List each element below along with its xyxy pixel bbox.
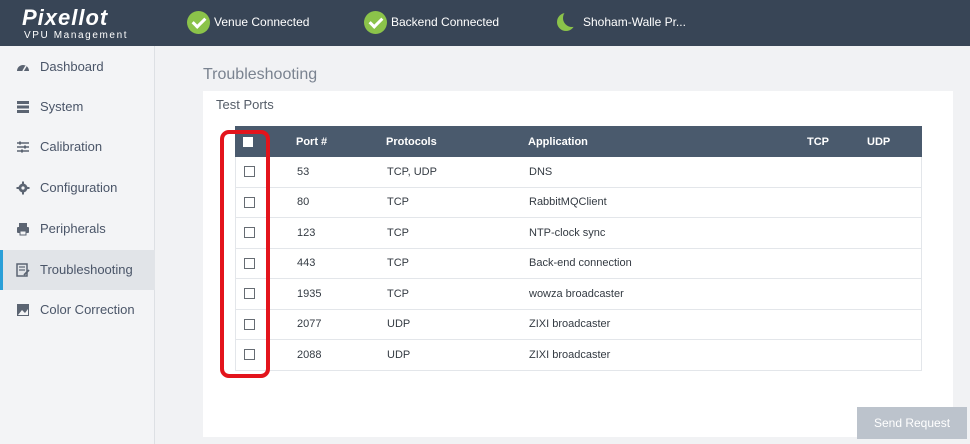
table-row: 1935 TCP wowza broadcaster (235, 279, 922, 310)
port-cell: 53 (297, 165, 310, 178)
protocols-cell: TCP (387, 226, 409, 239)
protocols-cell: UDP (387, 318, 411, 331)
table-row: 443 TCP Back-end connection (235, 248, 922, 279)
column-header-protocols: Protocols (386, 135, 437, 148)
table-row: 123 TCP NTP-clock sync (235, 218, 922, 249)
logo-name: Pixellot (22, 5, 109, 30)
sidebar-item-label: Troubleshooting (40, 262, 133, 277)
sidebar: Dashboard System Calibration Configurati… (0, 46, 155, 444)
application-cell: RabbitMQClient (529, 196, 607, 209)
sidebar-item-system[interactable]: System (0, 87, 155, 127)
sliders-icon (17, 141, 29, 153)
printer-icon (17, 223, 29, 236)
protocols-cell: TCP (387, 287, 409, 300)
moon-icon (555, 11, 577, 33)
sidebar-item-troubleshooting[interactable]: Troubleshooting (0, 250, 155, 290)
logo: Pixellot VPU Management (22, 6, 134, 42)
main-content: Troubleshooting Test Ports Port # Protoc… (156, 46, 970, 444)
status-venue-label: Venue Connected (214, 15, 310, 29)
checkbox-column-highlight (220, 130, 270, 378)
protocols-cell: TCP, UDP (387, 165, 437, 178)
table-row: 2088 UDP ZIXI broadcaster (235, 340, 922, 371)
table-row: 53 TCP, UDP DNS (235, 157, 922, 188)
column-header-port: Port # (296, 135, 328, 148)
check-circle-icon (364, 10, 387, 34)
sidebar-item-label: Configuration (40, 180, 118, 195)
protocols-cell: TCP (387, 196, 409, 209)
protocols-cell: TCP (387, 257, 409, 270)
gear-icon (16, 181, 30, 195)
table-row: 80 TCP RabbitMQClient (235, 187, 922, 218)
sidebar-item-dashboard[interactable]: Dashboard (0, 47, 155, 87)
server-icon (17, 101, 29, 113)
status-backend-label: Backend Connected (391, 15, 500, 29)
sidebar-item-label: Peripherals (40, 221, 106, 236)
sidebar-item-label: Dashboard (40, 59, 104, 74)
card-title: Test Ports (216, 97, 274, 112)
table-row: 2077 UDP ZIXI broadcaster (235, 309, 922, 340)
check-circle-icon (187, 10, 210, 34)
port-cell: 2077 (297, 318, 322, 331)
test-ports-card: Test Ports Port # Protocols Application … (203, 91, 953, 437)
port-cell: 2088 (297, 348, 322, 361)
venue-name: Shoham-Walle Pr... (583, 15, 686, 29)
venue-selector[interactable]: Shoham-Walle Pr... (555, 10, 686, 34)
column-header-tcp: TCP (807, 135, 829, 148)
ports-table: Port # Protocols Application TCP UDP 53 … (235, 126, 922, 371)
application-cell: ZIXI broadcaster (529, 348, 611, 361)
send-request-button[interactable]: Send Request (857, 407, 967, 439)
application-cell: ZIXI broadcaster (529, 318, 611, 331)
sidebar-item-label: System (40, 99, 84, 114)
document-edit-icon (16, 263, 30, 277)
top-bar: Pixellot VPU Management Venue Connected … (0, 0, 970, 46)
column-header-application: Application (528, 135, 588, 148)
application-cell: wowza broadcaster (529, 287, 624, 300)
dashboard-icon (17, 65, 29, 72)
status-venue: Venue Connected (187, 10, 309, 34)
port-cell: 1935 (297, 287, 322, 300)
sidebar-item-configuration[interactable]: Configuration (0, 168, 155, 208)
application-cell: NTP-clock sync (529, 226, 606, 239)
application-cell: DNS (529, 165, 553, 178)
column-header-udp: UDP (867, 135, 891, 148)
image-icon (17, 304, 29, 316)
port-cell: 80 (297, 196, 310, 209)
status-backend: Backend Connected (364, 10, 499, 34)
logo-subtitle: VPU Management (24, 30, 129, 41)
sidebar-item-label: Calibration (40, 139, 103, 154)
port-cell: 443 (297, 257, 316, 270)
sidebar-item-peripherals[interactable]: Peripherals (0, 209, 155, 249)
sidebar-item-calibration[interactable]: Calibration (0, 127, 155, 167)
port-cell: 123 (297, 226, 316, 239)
protocols-cell: UDP (387, 348, 411, 361)
application-cell: Back-end connection (529, 257, 632, 270)
page-title: Troubleshooting (203, 66, 318, 83)
sidebar-item-label: Color Correction (40, 302, 135, 317)
sidebar-item-color-correction[interactable]: Color Correction (0, 290, 155, 330)
table-header: Port # Protocols Application TCP UDP (235, 126, 922, 157)
